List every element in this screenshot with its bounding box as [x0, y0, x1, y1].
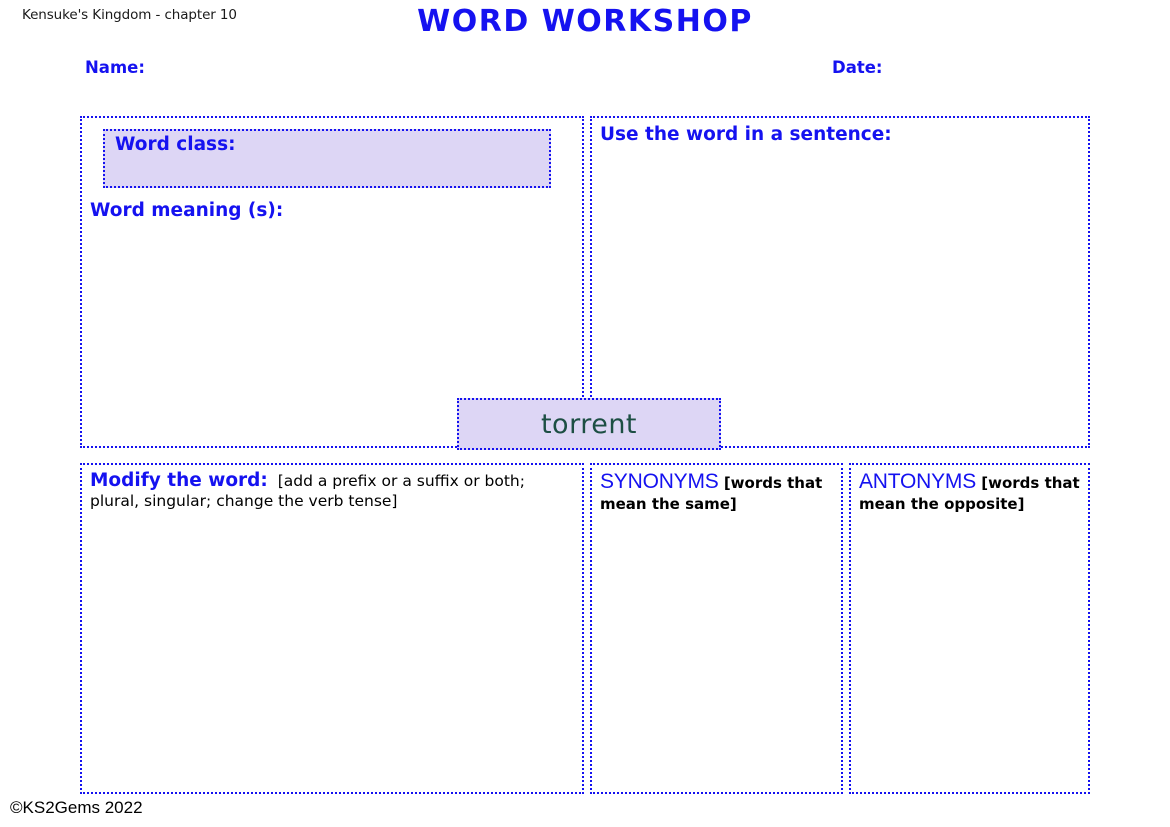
word-class-label: Word class: [115, 134, 235, 155]
page-title: WORD WORKSHOP [0, 4, 1170, 39]
synonyms-panel[interactable]: SYNONYMS [words that mean the same] [590, 463, 843, 794]
synonyms-heading-block: SYNONYMS [words that mean the same] [600, 470, 835, 513]
word-meaning-label: Word meaning (s): [90, 200, 283, 221]
modify-the-word-heading: Modify the word: [90, 470, 268, 491]
use-word-in-sentence-label: Use the word in a sentence: [600, 124, 892, 145]
modify-heading-block: Modify the word: [add a prefix or a suff… [90, 470, 576, 510]
sheet-header: Kensuke's Kingdom - chapter 10 WORD WORK… [0, 0, 1170, 48]
synonyms-heading: SYNONYMS [600, 470, 719, 493]
word-class-input-box[interactable]: Word class: [103, 129, 551, 188]
antonyms-panel[interactable]: ANTONYMS [words that mean the opposite] [849, 463, 1090, 794]
antonyms-heading: ANTONYMS [859, 470, 976, 493]
date-field-label: Date: [832, 58, 883, 77]
copyright-credit: ©KS2Gems 2022 [10, 798, 143, 818]
focus-word-text: torrent [541, 409, 637, 440]
name-date-row: Name: Date: [0, 58, 1170, 84]
focus-word-box: torrent [457, 398, 721, 450]
antonyms-heading-block: ANTONYMS [words that mean the opposite] [859, 470, 1082, 513]
name-field-label: Name: [85, 58, 145, 77]
modify-the-word-panel[interactable]: Modify the word: [add a prefix or a suff… [80, 463, 584, 794]
